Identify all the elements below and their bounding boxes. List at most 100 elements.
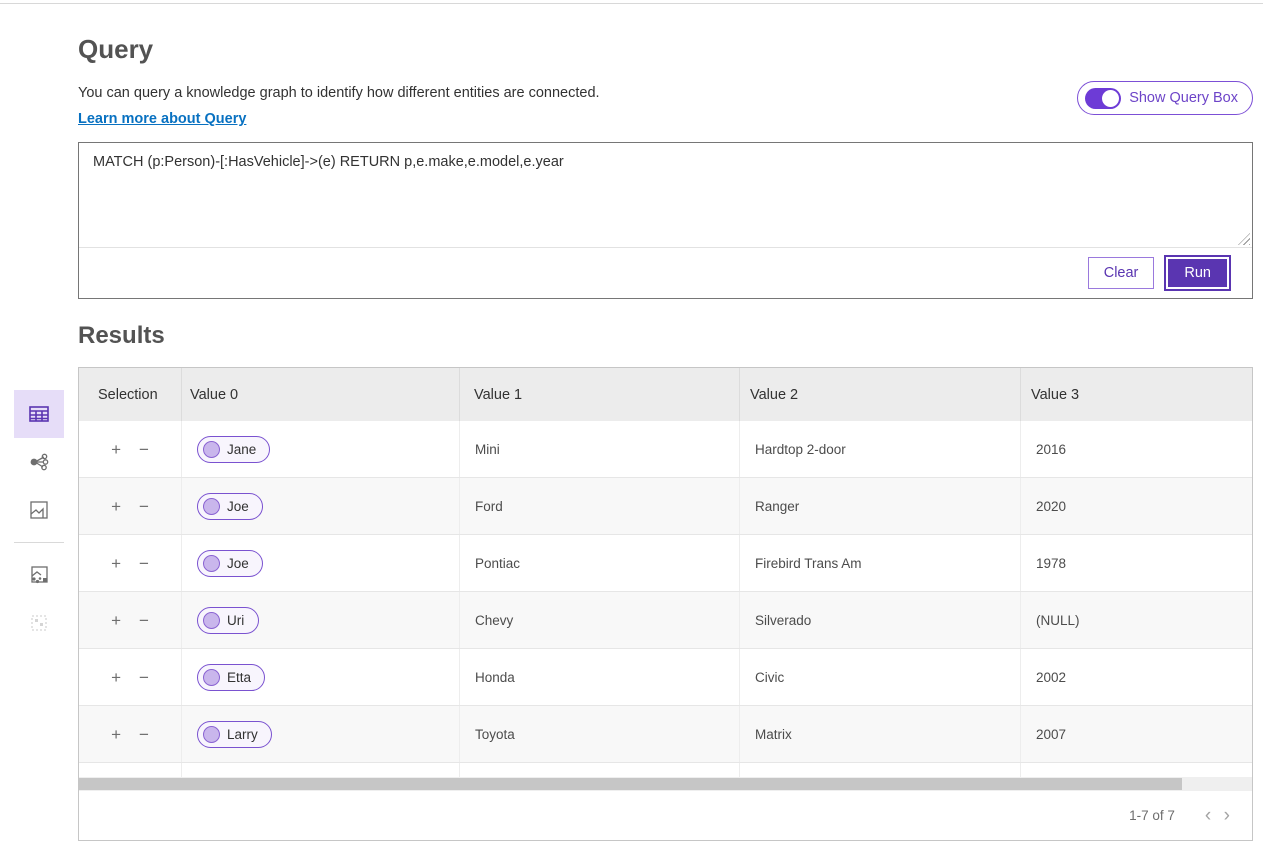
entity-pill[interactable]: Etta: [197, 664, 265, 691]
add-selection-button[interactable]: +: [111, 726, 121, 743]
run-button[interactable]: Run: [1166, 257, 1229, 289]
entity-cell: Larry: [182, 706, 460, 762]
entity-node-icon: [203, 441, 220, 458]
model-cell: Matrix: [740, 706, 1021, 762]
entity-node-icon: [203, 669, 220, 686]
pagination-range: 1-7 of 7: [1129, 808, 1175, 823]
selection-cell: + −: [79, 649, 182, 705]
entity-name: Uri: [227, 613, 244, 628]
table-row: + − Jane Mini Hardtop 2-door 2016: [79, 421, 1252, 478]
add-selection-button[interactable]: +: [111, 498, 121, 515]
toggle-switch-icon[interactable]: [1085, 88, 1121, 109]
entity-pill[interactable]: Joe: [197, 550, 263, 577]
table-row: + − Joe Ford Ranger 2020: [79, 478, 1252, 535]
make-cell: Pontiac: [460, 535, 740, 591]
entity-cell: Etta: [182, 649, 460, 705]
model-cell: Civic: [740, 649, 1021, 705]
query-text: MATCH (p:Person)-[:HasVehicle]->(e) RETU…: [93, 154, 564, 170]
entity-name: Joe: [227, 499, 249, 514]
query-card: MATCH (p:Person)-[:HasVehicle]->(e) RETU…: [78, 142, 1253, 299]
entity-node-icon: [203, 726, 220, 743]
layout-view-icon: [27, 611, 51, 635]
make-cell: [460, 763, 740, 777]
remove-selection-button[interactable]: −: [139, 669, 149, 686]
column-header-value3: Value 3: [1021, 368, 1252, 421]
entity-pill[interactable]: Joe: [197, 493, 263, 520]
make-cell: Toyota: [460, 706, 740, 762]
make-cell: Mini: [460, 421, 740, 477]
query-actions: Clear Run: [79, 248, 1252, 298]
entity-cell: Joe: [182, 478, 460, 534]
add-selection-button[interactable]: +: [111, 669, 121, 686]
toggle-knob: [1102, 90, 1119, 107]
column-header-selection: Selection: [79, 368, 182, 421]
model-cell: [740, 763, 1021, 777]
sidebar-item-layout-view-disabled: [14, 599, 64, 647]
model-cell: Firebird Trans Am: [740, 535, 1021, 591]
entity-node-icon: [203, 555, 220, 572]
results-table: Selection Value 0 Value 1 Value 2 Value …: [78, 367, 1253, 841]
table-header-row: Selection Value 0 Value 1 Value 2 Value …: [79, 368, 1252, 421]
selection-cell: + −: [79, 421, 182, 477]
view-sidebar: [0, 390, 78, 647]
year-cell: 2007: [1021, 706, 1252, 762]
model-cell: Hardtop 2-door: [740, 421, 1021, 477]
selection-cell: + −: [79, 592, 182, 648]
make-cell: Honda: [460, 649, 740, 705]
table-row: + − Etta Honda Civic 2002: [79, 649, 1252, 706]
selection-cell: + −: [79, 535, 182, 591]
sidebar-divider: [14, 542, 64, 543]
year-cell: 2020: [1021, 478, 1252, 534]
show-query-box-toggle[interactable]: Show Query Box: [1077, 81, 1253, 115]
add-selection-button[interactable]: +: [111, 612, 121, 629]
scrollbar-thumb[interactable]: [79, 778, 1182, 790]
table-row: + − Larry Toyota Matrix 2007: [79, 706, 1252, 763]
entity-node-icon: [203, 498, 220, 515]
sidebar-item-new-map-view[interactable]: [14, 551, 64, 599]
selection-cell: + −: [79, 478, 182, 534]
new-map-view-icon: [27, 563, 51, 587]
table-body: + − Jane Mini Hardtop 2-door 2016 + − Jo…: [79, 421, 1252, 777]
results-title: Results: [78, 322, 165, 350]
model-cell: Silverado: [740, 592, 1021, 648]
make-cell: Chevy: [460, 592, 740, 648]
remove-selection-button[interactable]: −: [139, 612, 149, 629]
remove-selection-button[interactable]: −: [139, 555, 149, 572]
make-cell: Ford: [460, 478, 740, 534]
query-input[interactable]: MATCH (p:Person)-[:HasVehicle]->(e) RETU…: [79, 143, 1252, 248]
entity-pill[interactable]: Uri: [197, 607, 259, 634]
resize-handle-icon[interactable]: [1238, 233, 1250, 245]
next-page-button[interactable]: ›: [1220, 806, 1234, 825]
entity-name: Joe: [227, 556, 249, 571]
remove-selection-button[interactable]: −: [139, 498, 149, 515]
model-cell: Ranger: [740, 478, 1021, 534]
remove-selection-button[interactable]: −: [139, 441, 149, 458]
remove-selection-button[interactable]: −: [139, 726, 149, 743]
entity-pill[interactable]: Larry: [197, 721, 272, 748]
table-row: + − Joe Pontiac Firebird Trans Am 1978: [79, 535, 1252, 592]
entity-name: Etta: [227, 670, 251, 685]
page-title: Query: [78, 34, 1253, 65]
link-chart-icon: [27, 450, 51, 474]
year-cell: [1021, 763, 1252, 777]
sidebar-item-map-view[interactable]: [14, 486, 64, 534]
year-cell: (NULL): [1021, 592, 1252, 648]
clear-button[interactable]: Clear: [1088, 257, 1155, 289]
add-selection-button[interactable]: +: [111, 555, 121, 572]
column-header-value0: Value 0: [182, 368, 460, 421]
sidebar-item-link-chart-view[interactable]: [14, 438, 64, 486]
previous-page-button[interactable]: ‹: [1201, 806, 1215, 825]
horizontal-scrollbar[interactable]: [79, 777, 1252, 791]
table-row: + −: [79, 763, 1252, 777]
add-selection-button[interactable]: +: [111, 441, 121, 458]
table-footer: 1-7 of 7 ‹ ›: [79, 791, 1252, 840]
entity-pill[interactable]: Jane: [197, 436, 270, 463]
sidebar-item-table-view[interactable]: [14, 390, 64, 438]
table-view-icon: [27, 402, 51, 426]
entity-name: Jane: [227, 442, 256, 457]
learn-more-link[interactable]: Learn more about Query: [78, 111, 246, 127]
column-header-value1: Value 1: [460, 368, 740, 421]
year-cell: 2016: [1021, 421, 1252, 477]
selection-cell: + −: [79, 706, 182, 762]
entity-cell: Uri: [182, 592, 460, 648]
